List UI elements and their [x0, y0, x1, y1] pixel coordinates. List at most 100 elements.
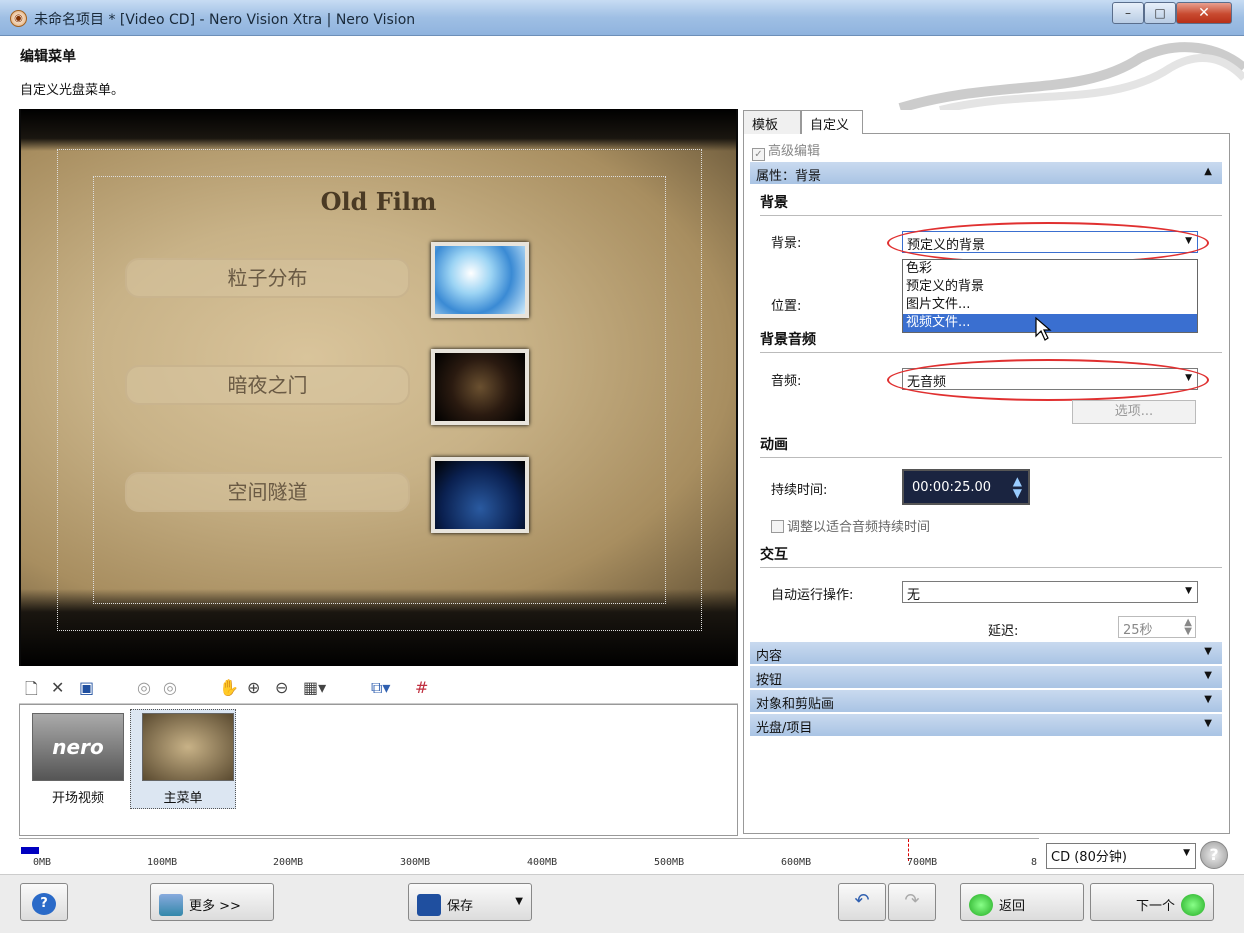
maximize-button[interactable]: □: [1144, 2, 1176, 24]
ruler-tick: 200MB: [273, 857, 304, 868]
duration-label: 持续时间:: [771, 483, 828, 498]
view-mode-icon[interactable]: ▦▾: [303, 678, 326, 697]
buttons-section[interactable]: 按钮 ▼: [750, 666, 1222, 688]
autorun-select[interactable]: 无 ▼: [902, 581, 1198, 603]
audio-group: 背景音频: [760, 329, 1222, 353]
menu-button-1[interactable]: 粒子分布: [125, 258, 410, 298]
save-icon[interactable]: ▣: [79, 678, 94, 697]
delay-input[interactable]: 25秒 ▲ ▼: [1118, 616, 1196, 638]
help-icon[interactable]: ?: [1200, 841, 1228, 869]
checkbox-icon: [771, 520, 784, 533]
collapse-arrow-icon: ▲: [1204, 166, 1212, 177]
objects-section-label: 对象和剪贴画: [756, 697, 835, 712]
highlight-ring: [887, 222, 1209, 264]
record-icon[interactable]: ◎: [137, 678, 151, 697]
interaction-group: 交互: [760, 544, 1222, 568]
back-button[interactable]: 返回: [960, 883, 1084, 921]
option-predefined[interactable]: 预定义的背景: [903, 278, 1197, 296]
dropdown-arrow-icon: ▼: [1185, 586, 1192, 596]
ruler-tick: 400MB: [527, 857, 558, 868]
help-button[interactable]: ?: [20, 883, 68, 921]
button-thumbnail-2[interactable]: [431, 349, 529, 425]
advanced-edit-checkbox[interactable]: ✓ 高级编辑: [752, 140, 820, 161]
position-label: 位置:: [771, 299, 802, 314]
redo-icon: ↷: [904, 890, 920, 911]
grid-icon[interactable]: #: [415, 678, 428, 697]
dropdown-arrow-icon: ▼: [1183, 848, 1190, 858]
autorun-label: 自动运行操作:: [771, 588, 854, 603]
delay-value: 25秒: [1123, 623, 1153, 638]
delay-label: 延迟:: [988, 624, 1019, 639]
ruler-tick: 500MB: [654, 857, 685, 868]
audio-label: 音频:: [771, 374, 802, 389]
properties-header[interactable]: 属性：背景 ▲: [750, 162, 1222, 184]
disc-type-value: CD (80分钟): [1051, 850, 1127, 865]
more-icon: [159, 894, 183, 916]
minimize-button[interactable]: –: [1112, 2, 1144, 24]
main-menu-label: 主菜单: [163, 791, 203, 806]
redo-button[interactable]: ↷: [888, 883, 936, 921]
disc-type-select[interactable]: CD (80分钟) ▼: [1046, 843, 1196, 869]
background-label: 背景:: [771, 236, 802, 251]
save-button[interactable]: 保存 ▼: [408, 883, 532, 921]
spin-arrows-icon[interactable]: ▲ ▼: [1013, 475, 1022, 499]
menu-title[interactable]: Old Film: [19, 187, 738, 216]
audio-options-button[interactable]: 选项...: [1072, 400, 1196, 424]
main-menu-thumbnail[interactable]: [142, 713, 234, 781]
next-arrow-icon: [1181, 894, 1205, 916]
properties-panel: ✓ 高级编辑 属性：背景 ▲ 背景 背景: 预定义的背景 ▼ 位置: 色彩 预定义的背…: [743, 134, 1230, 834]
save-label: 保存: [447, 899, 474, 914]
more-label: 更多 >>: [189, 899, 241, 914]
ruler-tick: 8: [1031, 857, 1038, 868]
option-color[interactable]: 色彩: [903, 260, 1197, 278]
undo-button[interactable]: ↶: [838, 883, 886, 921]
highlight-ring: [887, 359, 1209, 401]
undo-icon: ↶: [854, 890, 870, 911]
next-button[interactable]: 下一个: [1090, 883, 1214, 921]
duration-spinner[interactable]: 00:00:25.00 ▲ ▼: [902, 469, 1030, 505]
objects-section[interactable]: 对象和剪贴画 ▼: [750, 690, 1222, 712]
content-section-label: 内容: [756, 649, 783, 664]
content-section[interactable]: 内容 ▼: [750, 642, 1222, 664]
close-button[interactable]: ✕: [1176, 2, 1232, 24]
intro-video-thumbnail[interactable]: nero: [32, 713, 124, 781]
window-title: 未命名项目 * [Video CD] - Nero Vision Xtra | …: [34, 12, 416, 28]
advanced-edit-label: 高级编辑: [768, 144, 821, 159]
help-icon: ?: [32, 893, 56, 915]
ruler-tick: 300MB: [400, 857, 431, 868]
tab-templates[interactable]: 模板: [743, 110, 801, 134]
more-button[interactable]: 更多 >>: [150, 883, 274, 921]
button-thumbnail-3[interactable]: [431, 457, 529, 533]
record2-icon[interactable]: ◎: [163, 678, 177, 697]
new-page-icon[interactable]: 🗋: [25, 678, 38, 705]
preview-toolbar: 🗋 ✕ ▣ ◎ ◎ ✋ ⊕ ⊖ ▦▾ ⧉▾ #: [19, 670, 738, 704]
page-title: 编辑菜单: [20, 49, 76, 65]
film-edge-top: [21, 109, 736, 151]
delete-icon[interactable]: ✕: [51, 678, 64, 697]
option-image-file[interactable]: 图片文件...: [903, 296, 1197, 314]
disc-project-section[interactable]: 光盘/项目 ▼: [750, 714, 1222, 736]
menu-button-3[interactable]: 空间隧道: [125, 472, 410, 512]
zoom-in-icon[interactable]: ⊕: [247, 678, 260, 697]
ribbon-decoration-icon: [898, 42, 1244, 110]
bottom-bar: ? 更多 >> 保存 ▼ ↶ ↷ 返回 下一个: [0, 874, 1244, 933]
autorun-select-value: 无: [907, 588, 921, 603]
save-icon: [417, 894, 441, 916]
capacity-fill: [21, 847, 39, 854]
capacity-ruler: 0MB 100MB 200MB 300MB 400MB 500MB 600MB …: [19, 838, 1039, 870]
zoom-out-icon[interactable]: ⊖: [275, 678, 288, 697]
button-thumbnail-1[interactable]: [431, 242, 529, 318]
menu-preview[interactable]: Old Film 粒子分布 暗夜之门 空间隧道: [19, 109, 738, 666]
tab-customize[interactable]: 自定义: [801, 110, 863, 135]
spin-arrows-icon[interactable]: ▲ ▼: [1184, 618, 1192, 637]
menu-button-2[interactable]: 暗夜之门: [125, 365, 410, 405]
ruler-tick: 700MB: [907, 857, 938, 868]
checkbox-checked-icon: ✓: [752, 148, 765, 161]
properties-header-label: 属性：背景: [756, 169, 822, 184]
app-icon: ◉: [10, 10, 27, 27]
hand-icon[interactable]: ✋: [219, 678, 239, 697]
duration-value: 00:00:25.00: [912, 480, 992, 495]
align-icon[interactable]: ⧉▾: [371, 678, 390, 698]
fit-audio-checkbox[interactable]: 调整以适合音频持续时间: [771, 516, 930, 535]
menu-list: nero 开场视频 主菜单: [19, 704, 738, 836]
